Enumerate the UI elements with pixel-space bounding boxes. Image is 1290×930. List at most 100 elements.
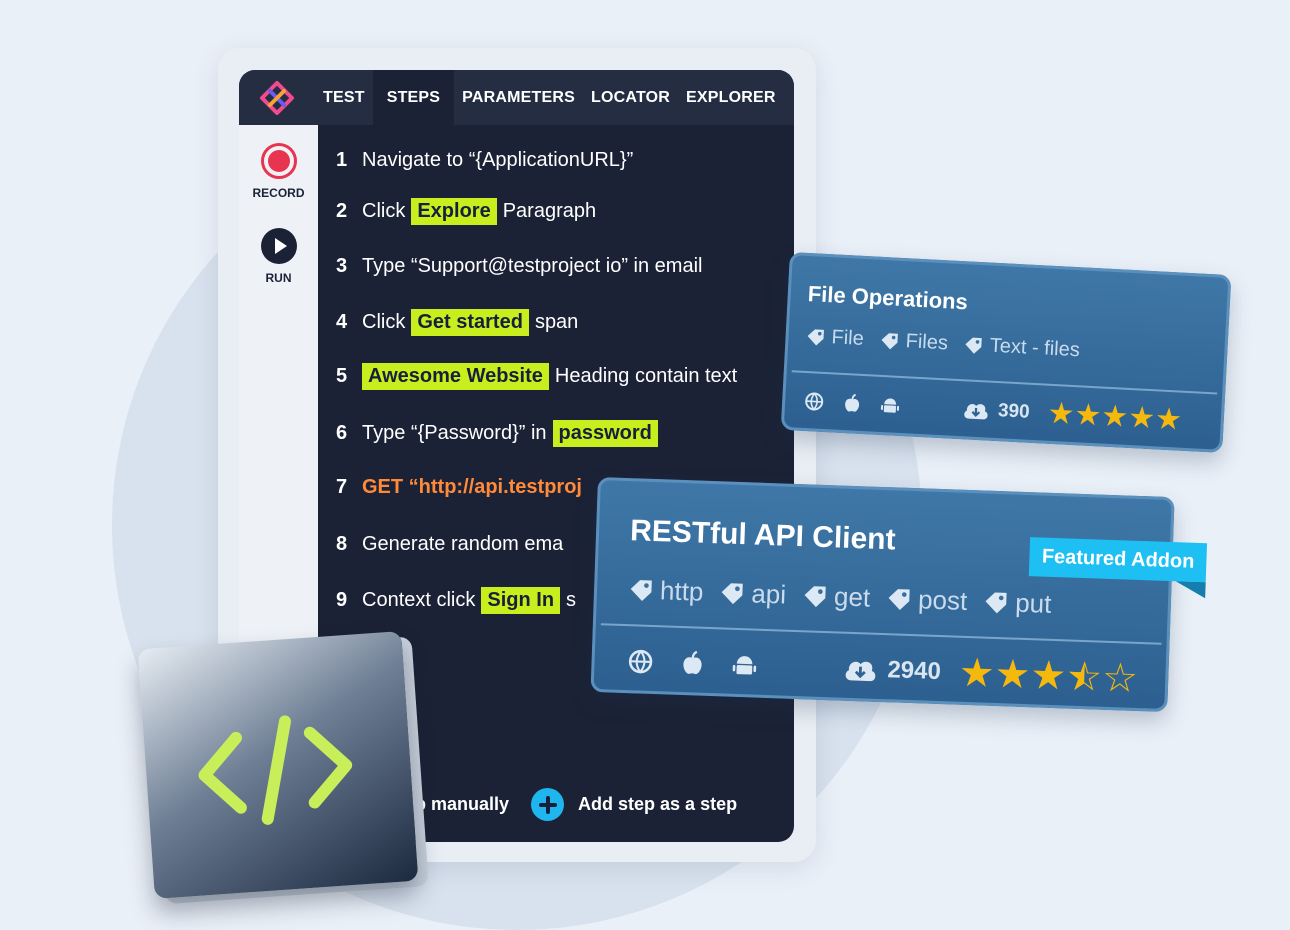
- record-button[interactable]: RECORD: [239, 142, 318, 200]
- addon-title: File Operations: [807, 281, 969, 315]
- download-number: 390: [997, 399, 1031, 423]
- record-icon: [260, 143, 297, 179]
- step-row[interactable]: 1 Navigate to “{ApplicationURL}”: [336, 145, 633, 175]
- featured-addon-badge: Featured Addon: [1029, 537, 1208, 583]
- step-row[interactable]: 3 Type “Support@testproject io” in email: [336, 251, 702, 281]
- tag-label: File: [831, 326, 865, 350]
- tag[interactable]: put: [983, 587, 1052, 620]
- tag-icon: [888, 588, 910, 610]
- step-text: span: [534, 310, 579, 333]
- element-chip[interactable]: Sign In: [481, 586, 561, 614]
- step-row[interactable]: 7 GET “http://api.testproj: [336, 472, 582, 502]
- tag[interactable]: post: [886, 583, 968, 617]
- tag-icon: [807, 328, 824, 345]
- star-full-icon: ★: [1100, 399, 1130, 434]
- step-row[interactable]: 2 Click Explore Paragraph: [336, 196, 596, 226]
- step-row[interactable]: 4 Click Get started span: [336, 307, 578, 337]
- run-button[interactable]: RUN: [239, 227, 318, 285]
- step-number: 7: [336, 475, 348, 498]
- top-nav-bar: TEST STEPS PARAMETERS LOCATOR EXPLORER: [239, 70, 794, 125]
- step-row[interactable]: 6 Type “{Password}” in password: [336, 418, 664, 448]
- add-manual-step-button[interactable]: tep manually: [399, 794, 509, 815]
- element-chip[interactable]: Get started: [411, 308, 529, 336]
- web-icon: [804, 390, 825, 411]
- platform-icons: [804, 390, 919, 416]
- web-icon: [627, 648, 654, 675]
- step-text: Type “Support@testproject io” in email: [362, 254, 703, 277]
- step-text: Click: [362, 199, 406, 222]
- cloud-download-icon: [845, 661, 876, 682]
- step-text: Heading contain text: [554, 364, 738, 387]
- tab-steps[interactable]: STEPS: [372, 70, 455, 125]
- star-full-icon: ★: [993, 651, 1032, 698]
- tag[interactable]: File: [805, 325, 864, 351]
- element-chip[interactable]: Awesome Website: [362, 362, 549, 390]
- star-full-icon: ★: [1073, 398, 1103, 433]
- step-number: 9: [336, 588, 348, 611]
- card-footer: 390 ★ ★ ★ ★ ★: [803, 383, 1183, 438]
- step-text: Context click: [362, 588, 476, 611]
- rating-stars: ★ ★ ★ ★ ★: [1047, 396, 1183, 438]
- tag-icon: [985, 592, 1008, 613]
- step-text: Paragraph: [502, 199, 597, 222]
- code-brackets-icon: [198, 715, 353, 825]
- tag[interactable]: get: [802, 580, 871, 613]
- add-step-button[interactable]: [531, 788, 565, 821]
- tab-locator[interactable]: LOCATOR: [583, 70, 678, 125]
- card-footer: 2940 ★ ★ ★ ☆ ★ ☆: [627, 638, 1139, 702]
- star-full-icon: ★: [1046, 396, 1076, 432]
- step-text: Click: [362, 310, 406, 333]
- tag-label: put: [1014, 587, 1052, 619]
- record-label: RECORD: [252, 186, 305, 200]
- addon-card-restful-api-client[interactable]: RESTful API Client Featured Addon http a…: [590, 477, 1208, 713]
- run-label: RUN: [265, 271, 292, 285]
- tag[interactable]: Files: [879, 329, 948, 356]
- tag-label: http: [659, 575, 704, 607]
- star-full-icon: ★: [1127, 400, 1156, 436]
- download-count: 390: [961, 398, 1030, 424]
- step-number: 4: [336, 310, 348, 333]
- apple-icon: [842, 392, 863, 413]
- rating-stars: ★ ★ ★ ☆ ★ ☆: [958, 650, 1139, 702]
- tab-explorer[interactable]: EXPLORER: [678, 70, 784, 125]
- cloud-download-icon: [964, 403, 988, 419]
- star-full-icon: ★: [1154, 402, 1183, 437]
- tag-label: Files: [905, 330, 949, 355]
- step-number: 6: [336, 421, 348, 444]
- add-step-label[interactable]: Add step as a step: [578, 794, 737, 815]
- tag[interactable]: http: [628, 574, 704, 608]
- app-logo[interactable]: [239, 70, 315, 125]
- download-count: 2940: [841, 655, 941, 686]
- star-full-icon: ★: [1029, 653, 1068, 699]
- tag-icon: [804, 585, 826, 607]
- addon-tags: File Files Text - files: [805, 325, 1096, 363]
- play-icon: [260, 228, 297, 264]
- step-row[interactable]: 9 Context click Sign In s: [336, 585, 576, 615]
- tag-icon: [722, 582, 744, 604]
- tab-test[interactable]: TEST: [315, 70, 373, 125]
- star-empty-icon: ☆: [1101, 655, 1139, 701]
- android-icon: [880, 394, 901, 415]
- tab-parameters[interactable]: PARAMETERS: [454, 70, 583, 125]
- bottom-actions: tep manually Add step as a step: [399, 788, 737, 821]
- step-row[interactable]: 5 Awesome Website Heading contain text: [336, 361, 737, 391]
- tag-label: Text - files: [989, 334, 1081, 362]
- tag[interactable]: Text - files: [963, 333, 1080, 362]
- addon-card-file-operations[interactable]: File Operations File Files Text - files …: [780, 252, 1232, 453]
- tag-icon: [965, 337, 983, 354]
- tag-icon: [881, 332, 899, 349]
- tag[interactable]: api: [719, 577, 787, 610]
- step-number: 1: [336, 148, 348, 171]
- addon-tags: http api get post put: [628, 574, 1068, 620]
- step-number: 8: [336, 532, 348, 555]
- element-chip[interactable]: password: [552, 419, 658, 447]
- element-chip[interactable]: Explore: [411, 197, 497, 225]
- download-number: 2940: [886, 656, 942, 686]
- step-text: Generate random ema: [362, 532, 564, 555]
- plus-icon: [538, 795, 557, 814]
- step-number: 5: [336, 364, 348, 387]
- tag-icon: [630, 579, 652, 601]
- addon-title: RESTful API Client: [629, 514, 897, 557]
- step-text: s: [566, 588, 577, 611]
- step-row[interactable]: 8 Generate random ema: [336, 529, 563, 559]
